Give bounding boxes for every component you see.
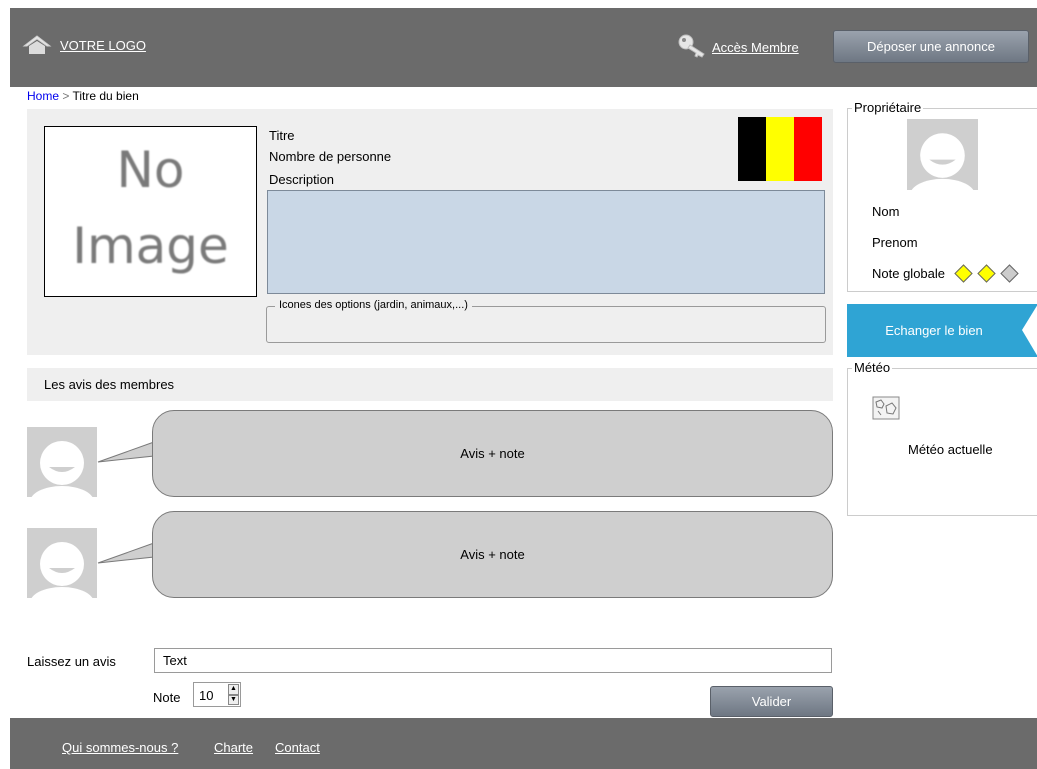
- exchange-button[interactable]: Echanger le bien: [847, 304, 1037, 357]
- no-image-text-line1: No: [116, 141, 185, 199]
- note-label: Note: [153, 690, 181, 705]
- submit-review-button[interactable]: Valider: [710, 686, 833, 717]
- rating-diamond-icon: [1000, 264, 1019, 283]
- reviews-title: Les avis des membres: [44, 377, 175, 392]
- review-bubble: Avis + note: [152, 511, 833, 598]
- member-access-label[interactable]: Accès Membre: [712, 40, 799, 55]
- key-icon: [678, 34, 706, 61]
- property-panel: No Image Titre Nombre de personne Descri…: [27, 109, 833, 355]
- home-icon: [22, 34, 52, 56]
- weather-box: Météo Météo actuelle: [847, 360, 1037, 516]
- review-text-input[interactable]: [154, 648, 832, 673]
- breadcrumb-separator: >: [59, 89, 73, 103]
- flag-stripe-red: [794, 117, 822, 181]
- property-description-label: Description: [269, 172, 335, 187]
- options-legend: Icones des options (jardin, animaux,...): [275, 299, 472, 311]
- reviews-header: Les avis des membres: [27, 368, 833, 401]
- map-icon: [872, 396, 900, 423]
- breadcrumb-home-link[interactable]: Home: [27, 89, 59, 103]
- owner-rating-label: Note globale: [872, 266, 945, 281]
- note-stepper-value[interactable]: 10: [199, 688, 213, 703]
- property-title-label: Titre: [269, 128, 295, 143]
- note-stepper-buttons: ▲ ▼: [228, 684, 239, 705]
- owner-box: Propriétaire Nom Prenom Note globale: [847, 100, 1037, 292]
- description-box: [267, 190, 825, 294]
- stepper-down-icon[interactable]: ▼: [228, 694, 239, 705]
- speech-bubble-tail: [97, 441, 155, 463]
- footer-link-contact[interactable]: Contact: [275, 740, 320, 755]
- note-stepper[interactable]: 10 ▲ ▼: [193, 682, 241, 707]
- property-persons-label: Nombre de personne: [269, 149, 392, 164]
- exchange-button-notch: [1022, 304, 1037, 357]
- header: VOTRE LOGO Accès Membre Déposer une anno…: [10, 8, 1037, 87]
- logo[interactable]: VOTRE LOGO: [22, 34, 146, 56]
- country-flag: [738, 117, 822, 181]
- flag-stripe-black: [738, 117, 766, 181]
- weather-legend: Météo: [852, 360, 893, 375]
- rating-diamond-icon: [977, 264, 996, 283]
- footer-link-about[interactable]: Qui sommes-nous ?: [62, 740, 178, 755]
- deposit-ad-button[interactable]: Déposer une annonce: [833, 30, 1029, 63]
- rating-diamond-icon: [954, 264, 973, 283]
- owner-firstname: Prenom: [872, 235, 918, 250]
- footer-link-charter[interactable]: Charte: [214, 740, 253, 755]
- review-text: Avis + note: [460, 547, 525, 562]
- logo-text[interactable]: VOTRE LOGO: [60, 38, 146, 53]
- weather-current: Météo actuelle: [908, 442, 993, 457]
- reviewer-avatar: [27, 427, 97, 497]
- owner-avatar: [907, 119, 978, 190]
- options-box: Icones des options (jardin, animaux,...): [266, 299, 826, 343]
- leave-review-label: Laissez un avis: [27, 654, 116, 669]
- owner-legend: Propriétaire: [852, 100, 924, 115]
- review-text: Avis + note: [460, 446, 525, 461]
- owner-name: Nom: [872, 204, 900, 219]
- speech-bubble-tail: [97, 542, 155, 564]
- stepper-up-icon[interactable]: ▲: [228, 684, 239, 695]
- no-image-text-line2: Image: [72, 217, 229, 275]
- member-access-link[interactable]: Accès Membre: [678, 34, 799, 61]
- reviewer-avatar: [27, 528, 97, 598]
- breadcrumb: Home > Titre du bien: [27, 89, 139, 103]
- flag-stripe-yellow: [766, 117, 794, 181]
- breadcrumb-current: Titre du bien: [72, 89, 139, 103]
- property-image-placeholder: No Image: [44, 126, 257, 297]
- review-bubble: Avis + note: [152, 410, 833, 497]
- footer: Qui sommes-nous ? Charte Contact: [10, 718, 1037, 769]
